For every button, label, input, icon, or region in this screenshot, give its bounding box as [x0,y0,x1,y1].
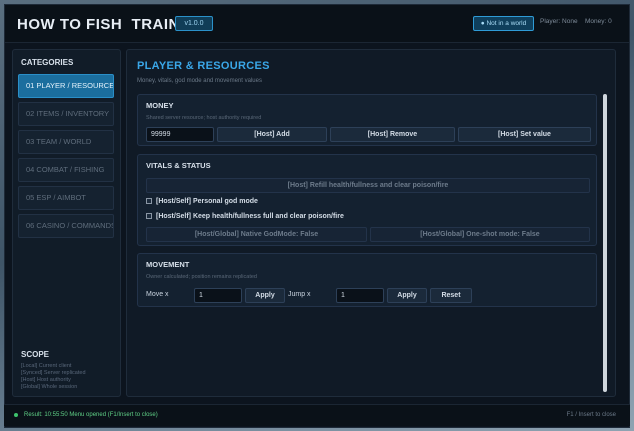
category-team-world[interactable]: 03 TEAM / WORLD [18,130,114,154]
scope-line-global: [Global] Whole session [21,384,78,390]
title-bar[interactable]: HOW TO FISH TRAINER v1.0.0 ● Not in a wo… [5,5,629,43]
category-player-resources[interactable]: 01 PLAYER / RESOURCES [18,74,114,98]
refill-health-button[interactable]: [Host] Refill health/fullness and clear … [146,178,590,193]
personal-godmode-checkbox[interactable]: [Host/Self] Personal god mode [146,198,258,205]
one-shot-mode-button[interactable]: [Host/Global] One-shot mode: False [370,227,590,242]
money-section: MONEY Shared server resource; host autho… [137,94,597,146]
money-note: Shared server resource; host authority r… [146,115,262,121]
status-ok-icon [14,413,18,417]
movement-section: MOVEMENT Owner calculated; position rema… [137,253,597,307]
page-subtitle: Money, vitals, god mode and movement val… [137,78,262,84]
host-remove-button[interactable]: [Host] Remove [330,127,455,142]
version-badge: v1.0.0 [175,16,213,31]
content-scrollbar[interactable] [603,94,607,392]
jump-x-label: Jump x [288,291,311,298]
scope-line-host: [Host] Host authority [21,377,71,383]
money-amount-input[interactable]: 99999 [146,127,214,142]
player-info: Player: None [540,18,578,25]
native-godmode-button[interactable]: [Host/Global] Native GodMode: False [146,227,367,242]
categories-sidebar: CATEGORIES 01 PLAYER / RESOURCES 02 ITEM… [12,49,121,397]
close-hint-text: F1 / Insert to close [566,412,616,418]
jump-x-input[interactable]: 1 [336,288,384,303]
category-items-inventory[interactable]: 02 ITEMS / INVENTORY [18,102,114,126]
move-apply-button[interactable]: Apply [245,288,285,303]
keep-full-label: [Host/Self] Keep health/fullness full an… [156,213,344,220]
money-info: Money: 0 [585,18,612,25]
keep-full-checkbox[interactable]: [Host/Self] Keep health/fullness full an… [146,213,344,220]
main-panel: PLAYER & RESOURCES Money, vitals, god mo… [126,49,616,397]
vitals-section: VITALS & STATUS [Host] Refill health/ful… [137,154,597,246]
checkbox-icon [146,198,152,204]
world-status-badge: ● Not in a world [473,16,534,31]
movement-title: MOVEMENT [146,260,190,269]
category-esp-aimbot[interactable]: 05 ESP / AIMBOT [18,186,114,210]
move-x-label: Move x [146,291,169,298]
category-casino-commands[interactable]: 06 CASINO / COMMANDS [18,214,114,238]
status-footer: Result: 10:55:50 Menu opened (F1/Insert … [4,404,630,426]
host-add-button[interactable]: [Host] Add [217,127,327,142]
scope-line-synced: [Synced] Server replicated [21,370,86,376]
scope-line-local: [Local] Current client [21,363,72,369]
checkbox-icon [146,213,152,219]
move-x-input[interactable]: 1 [194,288,242,303]
vitals-title: VITALS & STATUS [146,161,211,170]
categories-title: CATEGORIES [21,58,74,67]
status-result-text: Result: 10:55:50 Menu opened (F1/Insert … [24,412,158,418]
category-combat-fishing[interactable]: 04 COMBAT / FISHING [18,158,114,182]
host-set-value-button[interactable]: [Host] Set value [458,127,591,142]
reset-button[interactable]: Reset [430,288,472,303]
movement-note: Owner calculated; position remains repli… [146,274,257,280]
jump-apply-button[interactable]: Apply [387,288,427,303]
personal-godmode-label: [Host/Self] Personal god mode [156,198,258,205]
scope-title: SCOPE [21,350,50,359]
money-title: MONEY [146,101,174,110]
page-title: PLAYER & RESOURCES [137,60,270,72]
